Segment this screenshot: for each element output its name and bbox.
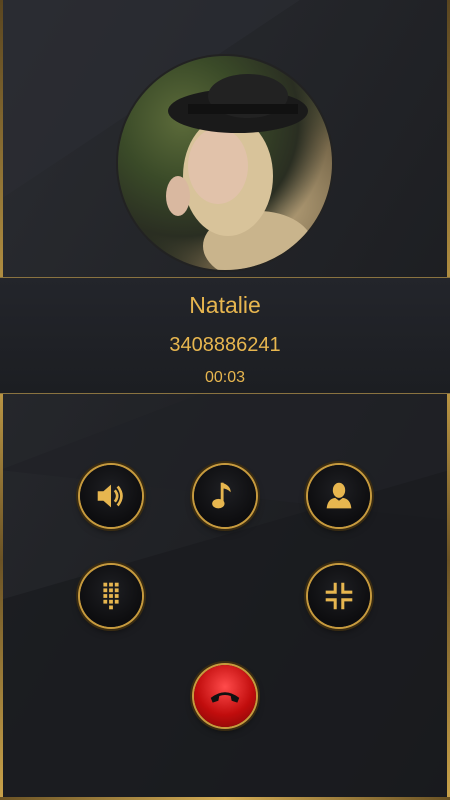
speaker-button[interactable] [80,465,142,527]
speaker-icon [97,484,123,508]
call-duration: 00:03 [204,369,246,386]
frame-edge-left [0,0,3,800]
music-button[interactable] [194,465,256,527]
caller-avatar [118,56,332,270]
collapse-icon [325,582,353,610]
caller-name: Natalie [189,292,261,318]
caller-number: 3408886241 [169,334,281,356]
person-icon [326,482,352,509]
contact-button[interactable] [308,465,370,527]
phone-hangup-icon [210,692,240,703]
end-call-button[interactable] [194,665,256,727]
music-note-icon [212,482,231,509]
keypad-button[interactable] [80,565,142,627]
dialpad-icon [103,582,119,610]
minimize-button[interactable] [308,565,370,627]
